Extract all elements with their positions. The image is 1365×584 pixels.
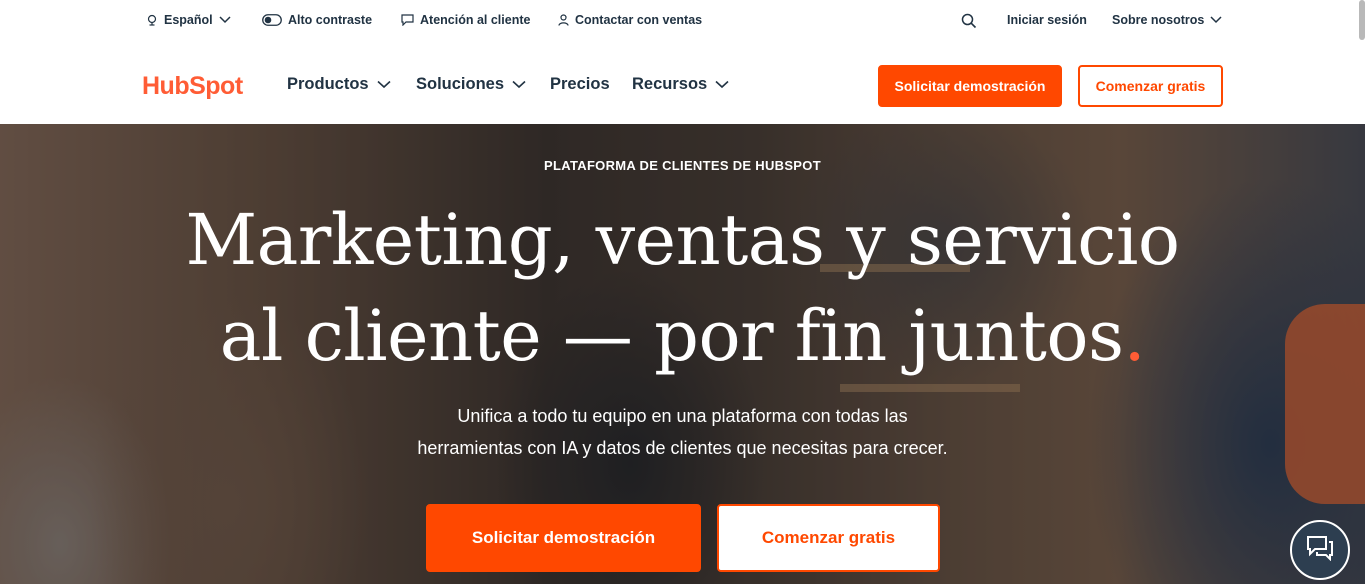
headline-dot: . [1123, 295, 1146, 377]
headline-line-1: Marketing, ventas y servicio [185, 199, 1181, 281]
contact-sales-link[interactable]: Contactar con ventas [558, 13, 702, 27]
start-free-button[interactable]: Comenzar gratis [1078, 65, 1223, 107]
nav-item-label: Precios [550, 75, 610, 93]
subtitle-line-1: Unifica a todo tu equipo en una platafor… [457, 406, 908, 426]
logo-text: HubSpot [142, 71, 243, 100]
hubspot-logo[interactable]: HubSpot [142, 71, 243, 101]
chevron-down-icon [1210, 16, 1222, 24]
about-menu[interactable]: Sobre nosotros [1112, 13, 1222, 27]
hero-headline: Marketing, ventas y servicio al cliente … [0, 192, 1365, 384]
login-link[interactable]: Iniciar sesión [1007, 13, 1087, 27]
sales-label: Contactar con ventas [575, 13, 703, 27]
nav-item-label: Recursos [632, 75, 708, 93]
hero-section: PLATAFORMA DE CLIENTES DE HUBSPOT Market… [0, 124, 1365, 584]
person-icon [558, 14, 569, 26]
search-icon [961, 13, 977, 29]
about-label: Sobre nosotros [1112, 13, 1205, 27]
scrollbar[interactable] [1359, 0, 1365, 44]
chevron-down-icon [512, 75, 526, 94]
chat-bubbles-icon [1306, 535, 1334, 566]
customer-support-link[interactable]: Atención al cliente [401, 13, 530, 27]
subtitle-line-2: herramientas con IA y datos de clientes … [417, 438, 948, 458]
nav-item-recursos[interactable]: Recursos [632, 75, 729, 94]
toggle-icon [262, 14, 282, 26]
language-selector[interactable]: Español [146, 13, 231, 27]
hero-request-demo-button[interactable]: Solicitar demostración [426, 504, 701, 572]
scrollbar-thumb[interactable] [1359, 0, 1365, 40]
search-button[interactable] [961, 13, 977, 29]
headline-line-2: al cliente — por fin juntos. [0, 288, 1365, 384]
chevron-down-icon [715, 75, 729, 94]
hero-subtitle: Unifica a todo tu equipo en una platafor… [0, 400, 1365, 464]
nav-item-label: Soluciones [416, 75, 505, 93]
language-label: Español [164, 13, 213, 27]
globe-icon [146, 14, 158, 26]
hero-eyebrow: PLATAFORMA DE CLIENTES DE HUBSPOT [544, 158, 821, 173]
chevron-down-icon [219, 16, 231, 24]
chat-widget-button[interactable] [1290, 520, 1350, 580]
headline-line-2-text: al cliente — por fin juntos [219, 295, 1124, 377]
chat-icon [401, 14, 414, 26]
login-label: Iniciar sesión [1007, 13, 1087, 27]
contrast-label: Alto contraste [288, 13, 373, 27]
nav-item-productos[interactable]: Productos [287, 75, 391, 94]
chevron-down-icon [377, 75, 391, 94]
request-demo-button[interactable]: Solicitar demostración [878, 65, 1062, 107]
utility-bar: Español Alto contraste Atención al clien… [0, 0, 1365, 44]
support-label: Atención al cliente [420, 13, 531, 27]
nav-item-soluciones[interactable]: Soluciones [416, 75, 526, 94]
nav-item-precios[interactable]: Precios [550, 75, 610, 94]
main-navigation: HubSpot Productos Soluciones Precios Rec… [0, 44, 1365, 124]
high-contrast-toggle[interactable]: Alto contraste [262, 13, 372, 27]
nav-item-label: Productos [287, 75, 369, 93]
hero-start-free-button[interactable]: Comenzar gratis [717, 504, 940, 572]
